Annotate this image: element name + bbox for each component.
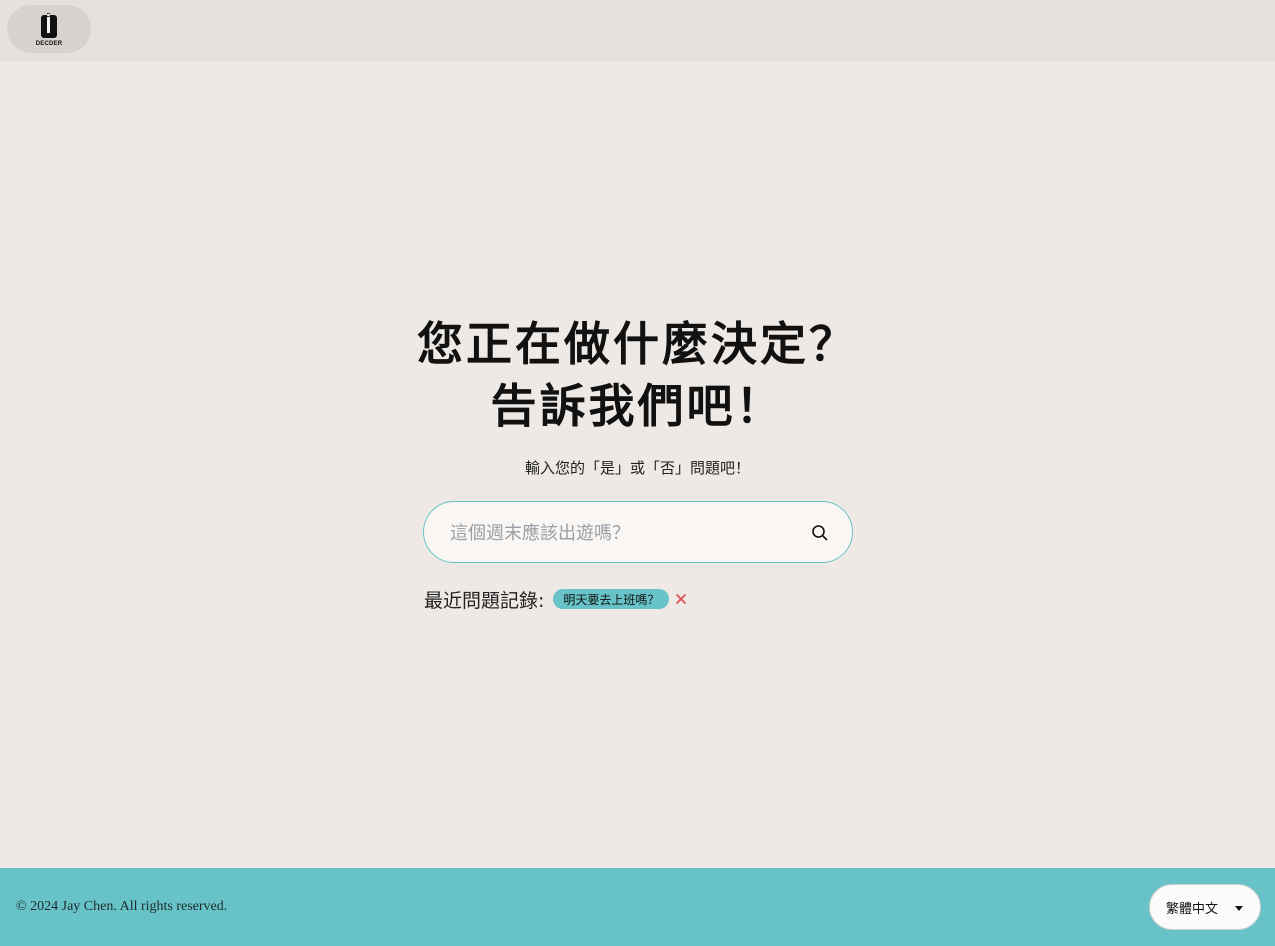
- recent-questions-label: 最近問題記錄:: [424, 589, 545, 612]
- copyright-text: © 2024 Jay Chen. All rights reserved.: [16, 899, 228, 914]
- headline-line-2: 告訴我們吧！: [490, 379, 785, 433]
- top-bar: DECDER: [0, 0, 1275, 61]
- language-select-value: 繁體中文: [1166, 901, 1219, 917]
- search-icon[interactable]: [810, 523, 830, 543]
- search-box: [423, 501, 853, 564]
- page: DECDER 您正在做什麼決定？ 告訴我們吧！ 輸入您的「是」或「否」問題吧！ …: [0, 0, 1275, 946]
- history-chip[interactable]: 明天要去上班嗎？: [553, 589, 670, 609]
- logo-button[interactable]: DECDER: [7, 5, 91, 53]
- search-input[interactable]: [448, 502, 812, 564]
- logo-text: DECDER: [35, 40, 63, 47]
- caret-down-icon: [1235, 906, 1243, 911]
- close-icon[interactable]: [675, 593, 687, 605]
- headline-line-1: 您正在做什麼決定？: [417, 317, 858, 371]
- logo-icon: [41, 12, 57, 38]
- history-chip-label: 明天要去上班嗎？: [563, 592, 660, 607]
- language-select[interactable]: 繁體中文: [1149, 884, 1261, 930]
- hero: 您正在做什麼決定？ 告訴我們吧！: [0, 313, 1275, 437]
- recent-questions: 最近問題記錄: 明天要去上班嗎？: [424, 585, 687, 613]
- page-title: 您正在做什麼決定？ 告訴我們吧！: [0, 313, 1275, 437]
- subtitle: 輸入您的「是」或「否」問題吧！: [524, 459, 750, 477]
- footer: © 2024 Jay Chen. All rights reserved. 繁體…: [0, 868, 1275, 946]
